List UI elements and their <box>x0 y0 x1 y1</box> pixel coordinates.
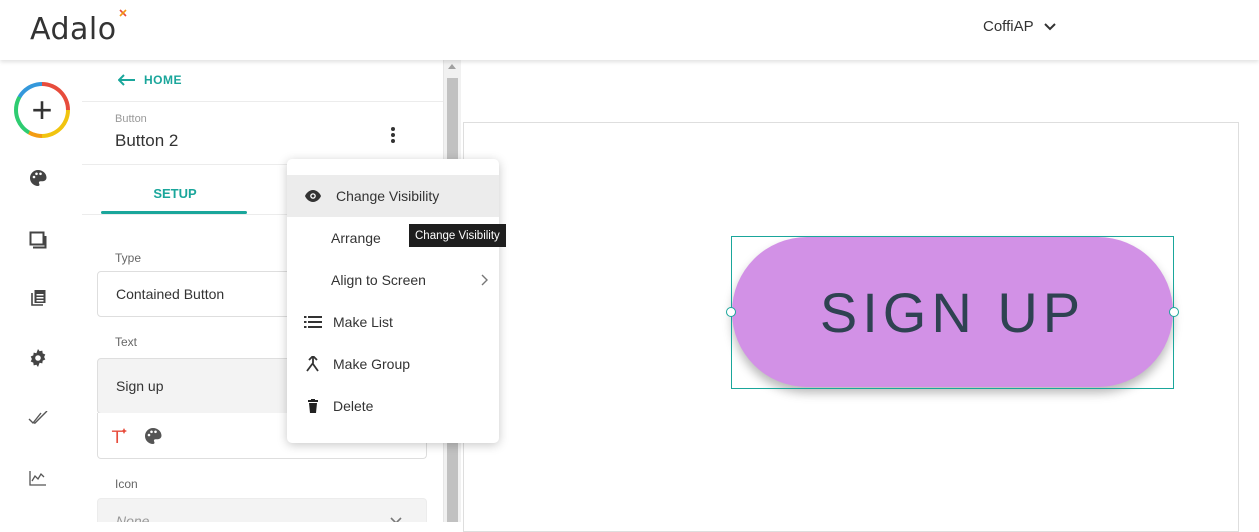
add-component-button[interactable]: + <box>14 82 70 138</box>
scroll-up-arrow-icon[interactable] <box>448 64 456 69</box>
publish-checks-icon[interactable] <box>28 408 48 428</box>
menu-item-make-list[interactable]: Make List <box>287 301 499 343</box>
menu-item-make-group[interactable]: Make Group <box>287 343 499 385</box>
screens-icon[interactable] <box>28 230 48 250</box>
trash-icon <box>303 396 323 416</box>
menu-item-label: Make Group <box>333 356 411 372</box>
app-screen[interactable]: SIGN UP <box>463 122 1239 532</box>
menu-item-label: Align to Screen <box>331 272 426 288</box>
divider <box>82 101 443 102</box>
magic-text-icon[interactable]: T <box>110 426 130 446</box>
gear-icon[interactable] <box>28 348 48 368</box>
database-icon[interactable] <box>28 288 48 308</box>
component-name[interactable]: Button 2 <box>115 131 178 151</box>
arrow-left-icon <box>118 74 135 86</box>
resize-handle-right[interactable] <box>1169 307 1179 317</box>
type-label: Type <box>115 251 142 265</box>
top-bar: Adalo CoffiAP <box>0 0 1259 60</box>
menu-item-label: Make List <box>333 314 393 330</box>
resize-handle-left[interactable] <box>726 307 736 317</box>
selection-outline <box>731 236 1174 389</box>
icon-value: None <box>116 513 150 522</box>
menu-item-delete[interactable]: Delete <box>287 385 499 427</box>
merge-icon <box>303 354 323 374</box>
palette-icon[interactable] <box>144 427 162 445</box>
app-switcher[interactable]: CoffiAP <box>983 18 1056 35</box>
tooltip: Change Visibility <box>409 224 506 247</box>
logo-sparkle-icon <box>119 9 127 17</box>
analytics-icon[interactable] <box>28 468 48 488</box>
menu-item-label: Arrange <box>331 230 381 246</box>
menu-item-label: Change Visibility <box>336 188 440 204</box>
icon-label: Icon <box>115 477 138 491</box>
list-icon <box>303 312 323 332</box>
eye-icon <box>303 186 323 206</box>
app-name: CoffiAP <box>983 18 1034 35</box>
add-icon: + <box>18 86 66 134</box>
tab-setup[interactable]: SETUP <box>102 173 248 213</box>
menu-item-change-visibility[interactable]: Change Visibility <box>287 175 499 217</box>
back-home-link[interactable]: HOME <box>118 73 182 87</box>
component-type-label: Button <box>115 113 147 125</box>
canvas-area: SIGN UP <box>461 60 1259 532</box>
more-options-icon[interactable] <box>388 124 398 146</box>
palette-icon[interactable] <box>28 168 48 188</box>
type-value: Contained Button <box>116 286 225 302</box>
text-value: Sign up <box>116 378 164 394</box>
menu-item-label: Delete <box>333 398 374 414</box>
text-label: Text <box>115 335 138 349</box>
back-label: HOME <box>144 73 182 87</box>
svg-text:T: T <box>111 428 123 446</box>
chevron-right-icon <box>481 274 488 286</box>
context-menu: Change Visibility Arrange Align to Scree… <box>287 159 499 443</box>
left-rail: + <box>0 60 82 522</box>
chevron-down-icon <box>1043 22 1056 30</box>
icon-select[interactable]: None <box>97 498 427 522</box>
chevron-down-icon <box>390 517 402 522</box>
adalo-logo[interactable]: Adalo <box>30 9 127 47</box>
logo-text: Adalo <box>30 12 117 47</box>
menu-item-align-to-screen[interactable]: Align to Screen <box>287 259 499 301</box>
